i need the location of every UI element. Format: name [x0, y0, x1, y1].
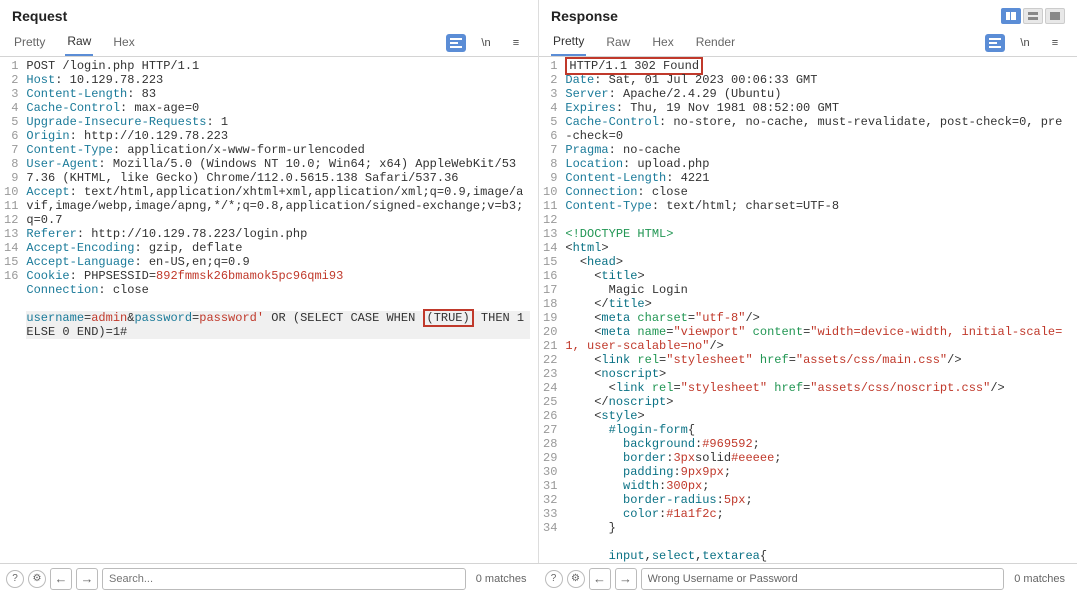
- view-full-button[interactable]: [1045, 8, 1065, 24]
- help-icon[interactable]: ?: [6, 570, 24, 588]
- next-button-resp[interactable]: →: [615, 568, 637, 590]
- request-tabs: Pretty Raw Hex \n ≡: [0, 30, 538, 57]
- request-panel: Request Pretty Raw Hex \n ≡ 123456789101…: [0, 0, 539, 563]
- view-toggles: [1001, 8, 1065, 24]
- response-search-input[interactable]: [641, 568, 1005, 590]
- format-button-resp[interactable]: [985, 34, 1005, 52]
- request-matches: 0 matches: [470, 573, 533, 585]
- tab-render-resp[interactable]: Render: [694, 31, 737, 55]
- newline-button[interactable]: \n: [476, 34, 496, 52]
- response-tabs: Pretty Raw Hex Render \n ≡: [539, 30, 1077, 57]
- response-code[interactable]: 1234567891011121314151617181920212223242…: [539, 57, 1077, 563]
- tab-hex-resp[interactable]: Hex: [650, 31, 675, 55]
- view-split-button[interactable]: [1001, 8, 1021, 24]
- tab-raw-resp[interactable]: Raw: [604, 31, 632, 55]
- prev-button-resp[interactable]: ←: [589, 568, 611, 590]
- response-matches: 0 matches: [1008, 573, 1071, 585]
- view-stacked-button[interactable]: [1023, 8, 1043, 24]
- tab-hex[interactable]: Hex: [111, 31, 136, 55]
- tab-raw[interactable]: Raw: [65, 30, 93, 56]
- request-title: Request: [12, 8, 67, 24]
- settings-icon[interactable]: ⚙: [28, 570, 46, 588]
- request-code[interactable]: 12345678910111213141516 POST /login.php …: [0, 57, 538, 563]
- newline-button-resp[interactable]: \n: [1015, 34, 1035, 52]
- format-button[interactable]: [446, 34, 466, 52]
- menu-button[interactable]: ≡: [506, 34, 526, 52]
- tab-pretty-resp[interactable]: Pretty: [551, 30, 586, 56]
- menu-button-resp[interactable]: ≡: [1045, 34, 1065, 52]
- help-icon-resp[interactable]: ?: [545, 570, 563, 588]
- response-title: Response: [551, 8, 618, 24]
- next-button[interactable]: →: [76, 568, 98, 590]
- bottom-bar: ? ⚙ ← → 0 matches ? ⚙ ← → 0 matches: [0, 563, 1077, 593]
- prev-button[interactable]: ←: [50, 568, 72, 590]
- settings-icon-resp[interactable]: ⚙: [567, 570, 585, 588]
- request-search-input[interactable]: [102, 568, 466, 590]
- tab-pretty[interactable]: Pretty: [12, 31, 47, 55]
- response-panel: Response Pretty Raw Hex Render \n ≡ 1234…: [539, 0, 1077, 563]
